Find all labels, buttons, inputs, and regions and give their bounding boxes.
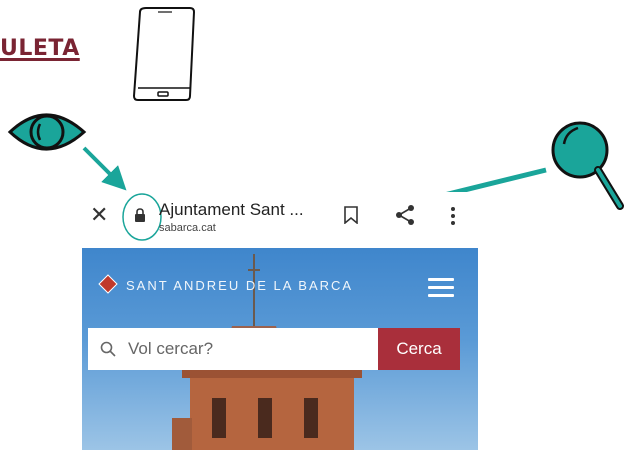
close-tab-button[interactable]: ✕ [90, 204, 108, 226]
page-title[interactable]: Ajuntament Sant ... [159, 200, 304, 220]
search-box[interactable] [88, 328, 378, 370]
page-url[interactable]: sabarca.cat [159, 222, 216, 234]
browser-toolbar: ✕ Ajuntament Sant ... sabarca.cat [82, 192, 478, 246]
town-logo-icon [98, 274, 118, 294]
bookmark-icon[interactable] [344, 206, 358, 224]
search-icon [100, 341, 116, 357]
eye-icon [7, 113, 87, 151]
search-input[interactable] [128, 328, 368, 370]
more-menu-icon[interactable] [450, 206, 456, 226]
eye-arrow [82, 146, 127, 191]
site-name[interactable]: SANT ANDREU DE LA BARCA [126, 278, 353, 293]
hamburger-menu-icon[interactable] [428, 278, 454, 298]
lock-icon[interactable] [134, 208, 146, 222]
page-heading: ULETA [0, 36, 80, 61]
share-icon[interactable] [394, 204, 416, 226]
website-viewport: SANT ANDREU DE LA BARCA Cerca [82, 248, 478, 450]
phone-icon [132, 7, 196, 101]
search-button[interactable]: Cerca [378, 328, 460, 370]
magnifier-icon [551, 121, 624, 210]
